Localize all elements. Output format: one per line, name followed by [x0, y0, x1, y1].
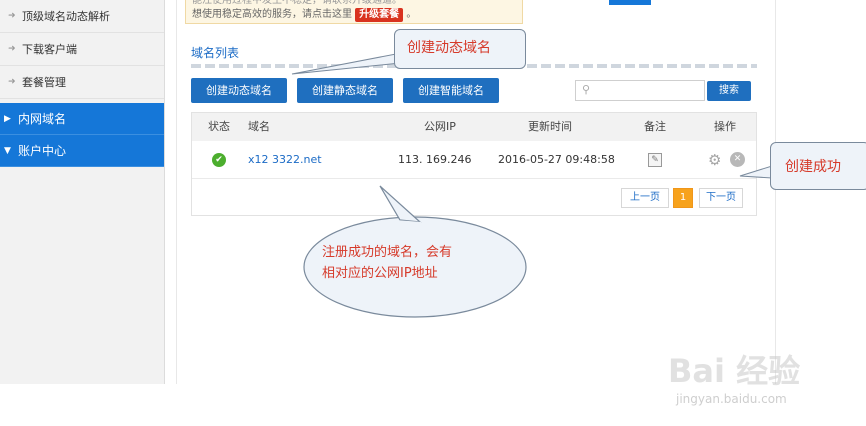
watermark-url: jingyan.baidu.com — [676, 392, 787, 406]
callout-create-dynamic-text: 创建动态域名 — [407, 40, 491, 56]
callout-success-text: 创建成功 — [785, 159, 841, 175]
callout-create-dynamic: 创建动态域名 — [394, 29, 526, 69]
watermark-logo: Bai 经验 — [668, 352, 801, 390]
callout-success: 创建成功 — [770, 142, 866, 190]
callout-note: 注册成功的域名，会有 相对应的公网IP地址 — [322, 242, 522, 284]
pointer-success — [739, 165, 773, 179]
pointer-note — [379, 185, 422, 223]
pointer-create-dynamic — [291, 53, 412, 75]
callout-note-line-2: 相对应的公网IP地址 — [322, 266, 438, 281]
callout-note-line-1: 注册成功的域名，会有 — [322, 245, 453, 260]
